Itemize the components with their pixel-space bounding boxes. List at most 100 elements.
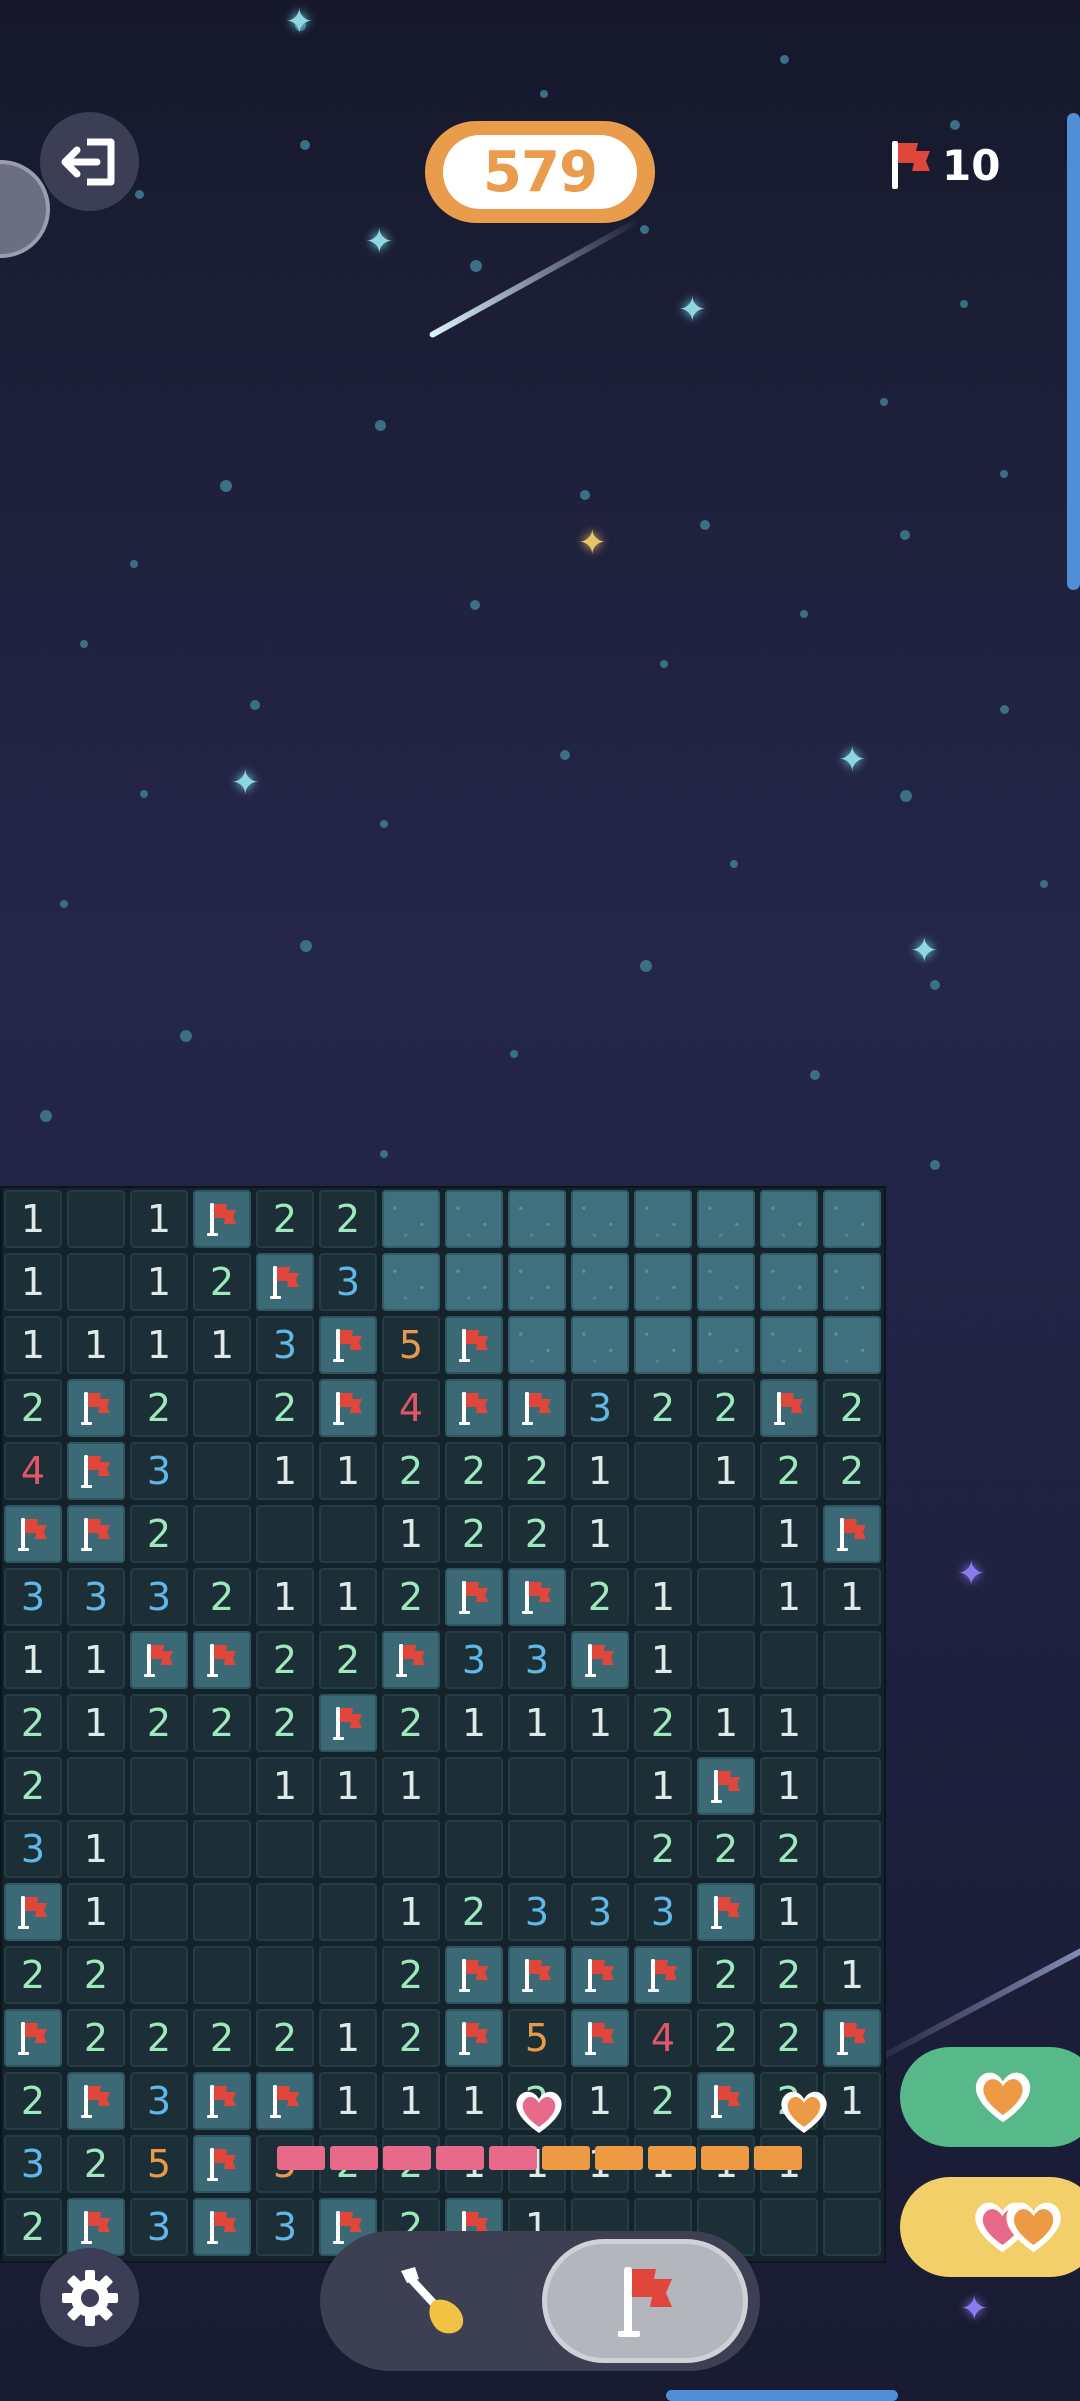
- number-cell[interactable]: 2: [256, 1694, 314, 1752]
- number-cell[interactable]: 1: [571, 2072, 629, 2130]
- flagged-cell[interactable]: [760, 1379, 818, 1437]
- number-cell[interactable]: 1: [67, 1316, 125, 1374]
- number-cell[interactable]: 2: [256, 1190, 314, 1248]
- number-cell[interactable]: 2: [760, 2009, 818, 2067]
- number-cell[interactable]: 1: [67, 1631, 125, 1689]
- number-cell[interactable]: 2: [67, 2135, 125, 2193]
- number-cell[interactable]: 1: [445, 1694, 503, 1752]
- empty-cell[interactable]: [697, 1505, 755, 1563]
- hidden-cell[interactable]: [697, 1253, 755, 1311]
- number-cell[interactable]: 2: [130, 1505, 188, 1563]
- flagged-cell[interactable]: [193, 2198, 251, 2256]
- empty-cell[interactable]: [634, 1442, 692, 1500]
- empty-cell[interactable]: [697, 1568, 755, 1626]
- hidden-cell[interactable]: [571, 1253, 629, 1311]
- empty-cell[interactable]: [193, 1946, 251, 2004]
- number-cell[interactable]: 3: [4, 2135, 62, 2193]
- flagged-cell[interactable]: [445, 1946, 503, 2004]
- flagged-cell[interactable]: [634, 1946, 692, 2004]
- flagged-cell[interactable]: [67, 2198, 125, 2256]
- empty-cell[interactable]: [256, 1505, 314, 1563]
- empty-cell[interactable]: [193, 1757, 251, 1815]
- hidden-cell[interactable]: [508, 1253, 566, 1311]
- flagged-cell[interactable]: [193, 1190, 251, 1248]
- empty-cell[interactable]: [823, 1820, 881, 1878]
- number-cell[interactable]: 1: [4, 1316, 62, 1374]
- flagged-cell[interactable]: [508, 1379, 566, 1437]
- hidden-cell[interactable]: [634, 1190, 692, 1248]
- number-cell[interactable]: 1: [319, 2009, 377, 2067]
- number-cell[interactable]: 3: [130, 2072, 188, 2130]
- flagged-cell[interactable]: [382, 1631, 440, 1689]
- number-cell[interactable]: 3: [130, 1442, 188, 1500]
- number-cell[interactable]: 1: [382, 1757, 440, 1815]
- empty-cell[interactable]: [382, 1820, 440, 1878]
- empty-cell[interactable]: [193, 1442, 251, 1500]
- flagged-cell[interactable]: [697, 2072, 755, 2130]
- flagged-cell[interactable]: [445, 1379, 503, 1437]
- number-cell[interactable]: 3: [4, 1568, 62, 1626]
- empty-cell[interactable]: [634, 1505, 692, 1563]
- empty-cell[interactable]: [508, 1820, 566, 1878]
- number-cell[interactable]: 2: [67, 1946, 125, 2004]
- number-cell[interactable]: 3: [130, 2198, 188, 2256]
- number-cell[interactable]: 3: [67, 1568, 125, 1626]
- empty-cell[interactable]: [130, 1757, 188, 1815]
- number-cell[interactable]: 3: [571, 1379, 629, 1437]
- number-cell[interactable]: 2: [256, 1631, 314, 1689]
- number-cell[interactable]: 1: [445, 2072, 503, 2130]
- hidden-cell[interactable]: [823, 1190, 881, 1248]
- empty-cell[interactable]: [193, 1820, 251, 1878]
- number-cell[interactable]: 2: [760, 1820, 818, 1878]
- empty-cell[interactable]: [130, 1820, 188, 1878]
- number-cell[interactable]: 2: [697, 1946, 755, 2004]
- flagged-cell[interactable]: [571, 1631, 629, 1689]
- number-cell[interactable]: 2: [4, 1379, 62, 1437]
- number-cell[interactable]: 3: [319, 1253, 377, 1311]
- flagged-cell[interactable]: [319, 1694, 377, 1752]
- flagged-cell[interactable]: [4, 2009, 62, 2067]
- flagged-cell[interactable]: [130, 1631, 188, 1689]
- hidden-cell[interactable]: [445, 1253, 503, 1311]
- flagged-cell[interactable]: [445, 1316, 503, 1374]
- empty-cell[interactable]: [760, 2198, 818, 2256]
- hidden-cell[interactable]: [571, 1316, 629, 1374]
- number-cell[interactable]: 2: [445, 1505, 503, 1563]
- number-cell[interactable]: 1: [4, 1190, 62, 1248]
- empty-cell[interactable]: [193, 1379, 251, 1437]
- number-cell[interactable]: 1: [67, 1820, 125, 1878]
- empty-cell[interactable]: [67, 1190, 125, 1248]
- number-cell[interactable]: 5: [508, 2009, 566, 2067]
- number-cell[interactable]: 1: [571, 1442, 629, 1500]
- hidden-cell[interactable]: [445, 1190, 503, 1248]
- flagged-cell[interactable]: [823, 2009, 881, 2067]
- empty-cell[interactable]: [130, 1946, 188, 2004]
- empty-cell[interactable]: [319, 1505, 377, 1563]
- empty-cell[interactable]: [193, 1505, 251, 1563]
- empty-cell[interactable]: [67, 1757, 125, 1815]
- empty-cell[interactable]: [256, 1820, 314, 1878]
- hidden-cell[interactable]: [823, 1253, 881, 1311]
- number-cell[interactable]: 1: [4, 1253, 62, 1311]
- number-cell[interactable]: 2: [508, 1505, 566, 1563]
- number-cell[interactable]: 1: [823, 2072, 881, 2130]
- empty-cell[interactable]: [256, 1946, 314, 2004]
- number-cell[interactable]: 3: [508, 1883, 566, 1941]
- flagged-cell[interactable]: [256, 2072, 314, 2130]
- number-cell[interactable]: 1: [697, 1442, 755, 1500]
- empty-cell[interactable]: [193, 1883, 251, 1941]
- empty-cell[interactable]: [445, 1820, 503, 1878]
- number-cell[interactable]: 1: [319, 1442, 377, 1500]
- number-cell[interactable]: 2: [256, 2009, 314, 2067]
- hidden-cell[interactable]: [760, 1253, 818, 1311]
- empty-cell[interactable]: [760, 1631, 818, 1689]
- empty-cell[interactable]: [67, 1253, 125, 1311]
- double-heart-button[interactable]: [900, 2177, 1080, 2277]
- number-cell[interactable]: 2: [445, 1883, 503, 1941]
- number-cell[interactable]: 4: [382, 1379, 440, 1437]
- number-cell[interactable]: 2: [634, 1820, 692, 1878]
- empty-cell[interactable]: [823, 1631, 881, 1689]
- number-cell[interactable]: 1: [571, 1505, 629, 1563]
- flagged-cell[interactable]: [508, 1946, 566, 2004]
- flagged-cell[interactable]: [4, 1505, 62, 1563]
